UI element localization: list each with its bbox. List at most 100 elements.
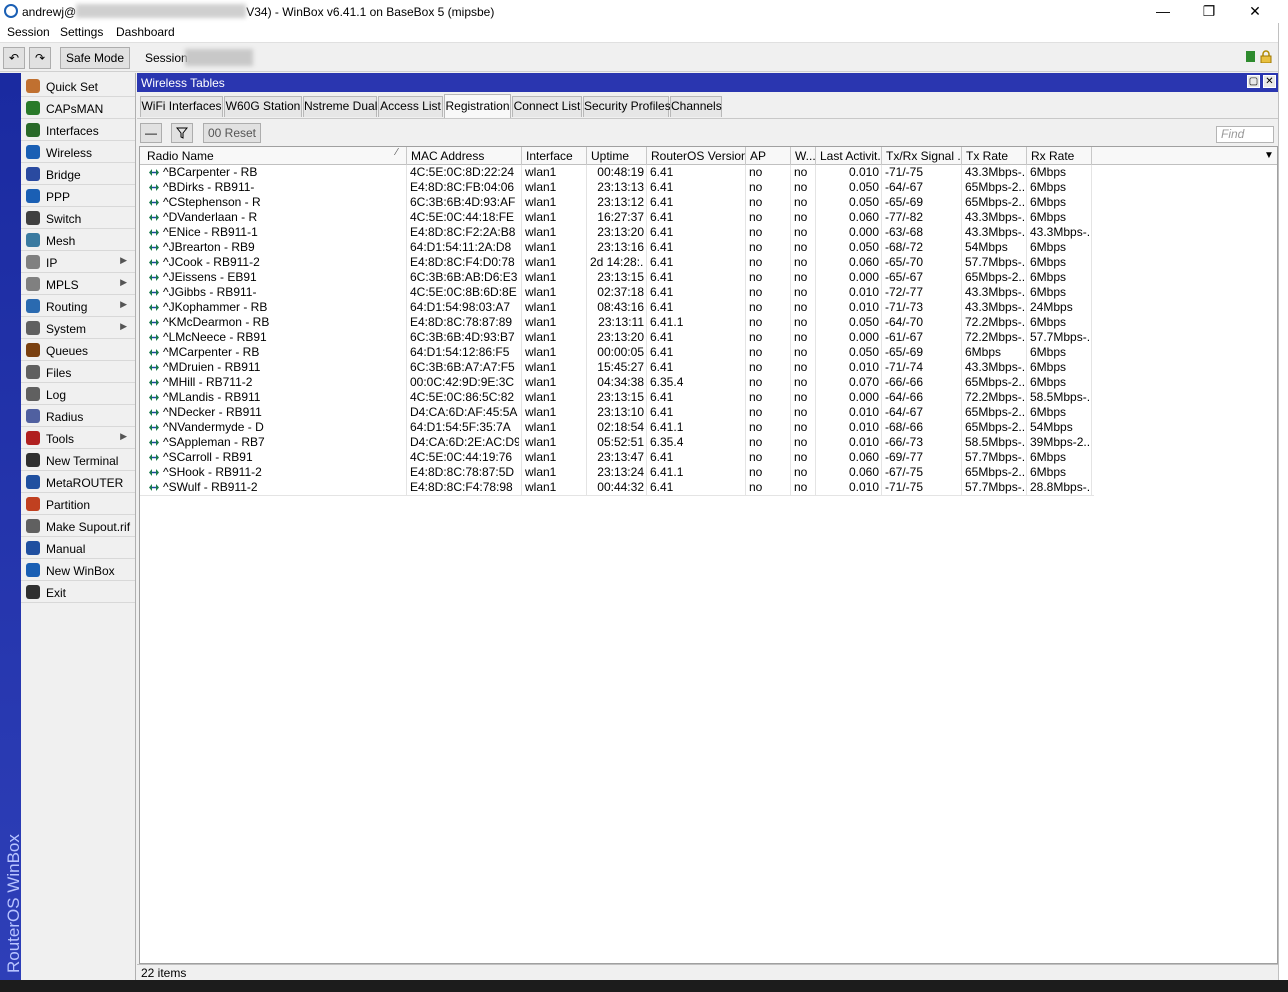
column-header[interactable]: Radio Name (143, 147, 407, 165)
table-cell: 65Mbps-2... (965, 420, 1024, 434)
restore-button[interactable]: ❐ (1186, 0, 1232, 23)
column-header[interactable]: RouterOS Version (647, 147, 746, 165)
table-cell: 23:13:10 (597, 405, 644, 419)
remove-button[interactable]: — (140, 123, 162, 143)
column-header[interactable]: W... (791, 147, 816, 165)
menu-dashboard[interactable]: Dashboard (116, 25, 175, 39)
sidebar-item-manual[interactable]: Manual (21, 537, 135, 559)
tab-security-profiles[interactable]: Security Profiles (583, 96, 671, 117)
sidebar-item-quick-set[interactable]: Quick Set (21, 75, 135, 97)
redo-button[interactable]: ↷ (29, 47, 51, 69)
table-row[interactable]: ^JCook - RB911-2 E4:8D:8C:F4:D0:78 wlan1 2d… (140, 255, 1094, 270)
column-chooser-dropdown-icon[interactable]: ▼ (1264, 147, 1274, 165)
table-row[interactable]: ^NDecker - RB911 D4:CA:6D:AF:45:5A wlan1 23… (140, 405, 1094, 420)
table-cell: 23:13:16 (597, 240, 644, 254)
table-row[interactable]: ^BCarpenter - RB 4C:5E:0C:8D:22:24 wlan1 00… (140, 165, 1094, 180)
safe-mode-button[interactable]: Safe Mode (60, 47, 130, 69)
table-row[interactable]: ^JKophammer - RB 64:D1:54:98:03:A7 wlan1 08… (140, 300, 1094, 315)
sidebar-item-partition[interactable]: Partition (21, 493, 135, 515)
table-cell: 54Mbps (1030, 420, 1073, 434)
status-bar: 22 items (137, 964, 1278, 980)
table-row[interactable]: ^SWulf - RB911-2 E4:8D:8C:F4:78:98 wlan1 00… (140, 480, 1094, 495)
tab-nstreme-dual[interactable]: Nstreme Dual (303, 96, 377, 117)
table-row[interactable]: ^MDruien - RB911 6C:3B:6B:A7:A7:F5 wlan1 15… (140, 360, 1094, 375)
filter-icon (175, 127, 189, 139)
registration-icon (149, 274, 159, 281)
table-row[interactable]: ^SHook - RB911-2 E4:8D:8C:78:87:5D wlan1 23… (140, 465, 1094, 480)
sidebar-item-ppp[interactable]: PPP (21, 185, 135, 207)
sidebar-item-files[interactable]: Files (21, 361, 135, 383)
table-cell: wlan1 (525, 195, 557, 209)
column-header[interactable]: MAC Address (407, 147, 522, 165)
sidebar-item-new-winbox[interactable]: New WinBox (21, 559, 135, 581)
tab-access-list[interactable]: Access List (378, 96, 443, 117)
table-cell: no (749, 255, 763, 269)
sidebar-item-queues[interactable]: Queues (21, 339, 135, 361)
panel-close-button[interactable]: ✕ (1263, 75, 1276, 88)
sidebar-item-new-terminal[interactable]: New Terminal (21, 449, 135, 471)
sidebar-item-ip[interactable]: IP ▶ (21, 251, 135, 273)
tab-w60g-station[interactable]: W60G Station (224, 96, 302, 117)
table-row[interactable]: ^DVanderlaan - R 4C:5E:0C:44:18:FE wlan1 16… (140, 210, 1094, 225)
table-row[interactable]: ^ENice - RB911-1 E4:8D:8C:F2:2A:B8 wlan1 23… (140, 225, 1094, 240)
brand-strip: RouterOS WinBox (0, 73, 23, 980)
sidebar-item-radius[interactable]: Radius (21, 405, 135, 427)
undo-button[interactable]: ↶ (3, 47, 25, 69)
sidebar-item-make-supout-rif[interactable]: Make Supout.rif (21, 515, 135, 537)
sidebar-item-exit[interactable]: Exit (21, 581, 135, 603)
close-button[interactable]: ✕ (1232, 0, 1278, 23)
table-cell: 57.7Mbps-... (1030, 330, 1089, 344)
column-header[interactable]: AP (746, 147, 791, 165)
table-cell: 43.3Mbps-... (965, 225, 1024, 239)
sidebar-item-mpls[interactable]: MPLS ▶ (21, 273, 135, 295)
registration-icon (149, 289, 159, 296)
column-header[interactable]: Rx Rate (1027, 147, 1092, 165)
panel-maximize-button[interactable]: ▢ (1247, 75, 1260, 88)
table-row[interactable]: ^SCarroll - RB91 4C:5E:0C:44:19:76 wlan1 23… (140, 450, 1094, 465)
sidebar-item-capsman[interactable]: CAPsMAN (21, 97, 135, 119)
sidebar-item-mesh[interactable]: Mesh (21, 229, 135, 251)
table-row[interactable]: ^JGibbs - RB911- 4C:5E:0C:8B:6D:8E wlan1 02… (140, 285, 1094, 300)
sidebar-item-metarouter[interactable]: MetaROUTER (21, 471, 135, 493)
column-header[interactable]: Tx/Rx Signal ... (882, 147, 962, 165)
tab-wifi-interfaces[interactable]: WiFi Interfaces (140, 96, 223, 117)
column-header[interactable]: Last Activit... (816, 147, 882, 165)
tab-registration[interactable]: Registration (444, 94, 511, 118)
table-row[interactable]: ^MLandis - RB911 4C:5E:0C:86:5C:82 wlan1 23… (140, 390, 1094, 405)
column-header[interactable]: Tx Rate (962, 147, 1027, 165)
sidebar-item-tools[interactable]: Tools ▶ (21, 427, 135, 449)
filter-button[interactable] (171, 123, 193, 143)
menu-settings[interactable]: Settings (60, 25, 103, 39)
tab-channels[interactable]: Channels (670, 96, 722, 117)
sidebar-item-routing[interactable]: Routing ▶ (21, 295, 135, 317)
reset-button[interactable]: 00 Reset (203, 123, 261, 143)
column-header[interactable]: Uptime (587, 147, 647, 165)
column-header[interactable]: Interface (522, 147, 587, 165)
table-row[interactable]: ^MHill - RB711-2 00:0C:42:9D:9E:3C wlan1 04… (140, 375, 1094, 390)
table-row[interactable]: ^LMcNeece - RB91 6C:3B:6B:4D:93:B7 wlan1 23… (140, 330, 1094, 345)
sidebar-item-switch[interactable]: Switch (21, 207, 135, 229)
menu-session[interactable]: Session (7, 25, 50, 39)
sidebar-item-system[interactable]: System ▶ (21, 317, 135, 339)
table-cell: 65Mbps-2... (965, 180, 1024, 194)
table-row[interactable]: ^SAppleman - RB7 D4:CA:6D:2E:AC:D9 wlan1 05… (140, 435, 1094, 450)
minimize-button[interactable]: — (1140, 0, 1186, 23)
sidebar-item-log[interactable]: Log (21, 383, 135, 405)
table-cell: no (794, 315, 808, 329)
sidebar-item-interfaces[interactable]: Interfaces (21, 119, 135, 141)
table-row[interactable]: ^JEissens - EB91 6C:3B:6B:AB:D6:E3 wlan1 23… (140, 270, 1094, 285)
table-row[interactable]: ^BDirks - RB911- E4:8D:8C:FB:04:06 wlan1 23… (140, 180, 1094, 195)
table-row[interactable]: ^CStephenson - R 6C:3B:6B:4D:93:AF wlan1 23… (140, 195, 1094, 210)
sidebar-item-bridge[interactable]: Bridge (21, 163, 135, 185)
table-row[interactable]: ^JBrearton - RB9 64:D1:54:11:2A:D8 wlan1 23… (140, 240, 1094, 255)
table-cell: 6Mbps (1030, 180, 1067, 194)
tab-connect-list[interactable]: Connect List (512, 96, 582, 117)
table-cell: 00:44:32 (597, 480, 644, 494)
sidebar-item-wireless[interactable]: Wireless (21, 141, 135, 163)
sidebar-item-label: Manual (46, 542, 86, 556)
find-input[interactable]: Find (1216, 126, 1274, 143)
table-row[interactable]: ^MCarpenter - RB 64:D1:54:12:86:F5 wlan1 00… (140, 345, 1094, 360)
table-row[interactable]: ^KMcDearmon - RB E4:8D:8C:78:87:89 wlan1 23… (140, 315, 1094, 330)
table-row[interactable]: ^NVandermyde - D 64:D1:54:5F:35:7A wlan1 02… (140, 420, 1094, 435)
registration-icon (149, 184, 159, 191)
